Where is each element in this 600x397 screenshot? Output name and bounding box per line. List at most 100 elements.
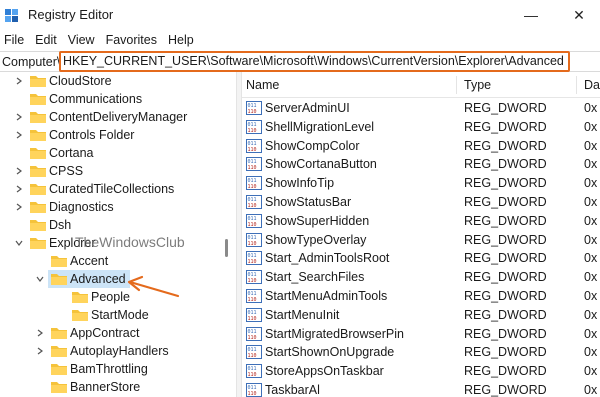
tree-item[interactable]: People [0, 288, 229, 306]
close-button[interactable]: ✕ [556, 0, 600, 30]
value-name: ShowCortanaButton [265, 157, 377, 172]
title-bar: Registry Editor — ✕ [0, 0, 600, 30]
tree-item[interactable]: AutoplayHandlers [0, 342, 229, 360]
chevron-right-icon[interactable] [14, 180, 24, 198]
list-row[interactable]: 011 110 ShowCompColor REG_DWORD 0x [242, 137, 600, 156]
svg-text:110: 110 [248, 109, 257, 115]
value-data: 0x [584, 383, 598, 397]
list-row[interactable]: 011 110 Start_AdminToolsRoot REG_DWORD 0x [242, 249, 600, 268]
list-row[interactable]: 011 110 TaskbarAl REG_DWORD 0x [242, 381, 600, 397]
folder-icon [29, 146, 47, 160]
tree-item[interactable]: Communications [0, 90, 229, 108]
list-row[interactable]: 011 110 StartMenuAdminTools REG_DWORD 0x [242, 287, 600, 306]
value-type: REG_DWORD [464, 307, 547, 322]
value-data: 0x [584, 232, 598, 247]
value-type: REG_DWORD [464, 138, 547, 153]
chevron-right-icon[interactable] [35, 342, 45, 360]
menu-file[interactable]: File [0, 30, 31, 50]
tree-item[interactable]: BamThrottling [0, 360, 229, 378]
list-row[interactable]: 011 110 StartMenuInit REG_DWORD 0x [242, 306, 600, 325]
reg-dword-icon: 011 110 [246, 138, 262, 153]
reg-dword-icon: 011 110 [246, 307, 262, 322]
list-header: Name Type Dat [242, 72, 600, 98]
chevron-right-icon[interactable] [14, 126, 24, 144]
folder-icon [50, 326, 68, 340]
tree-item[interactable]: CuratedTileCollections [0, 180, 229, 198]
chevron-down-icon[interactable] [35, 270, 45, 288]
column-divider[interactable] [576, 76, 577, 94]
reg-dword-icon: 011 110 [246, 232, 262, 247]
tree-item-label: Controls Folder [49, 128, 135, 142]
registry-values-list[interactable]: Name Type Dat 011110 ServerAdminUI REG_DWO… [242, 72, 600, 397]
svg-text:110: 110 [248, 222, 257, 228]
value-data: 0x [584, 213, 598, 228]
value-data: 0x [584, 289, 598, 303]
value-name: ServerAdminUI [265, 101, 350, 115]
tree-item[interactable]: ContentDeliveryManager [0, 108, 229, 126]
chevron-right-icon[interactable] [14, 198, 24, 216]
value-data: 0x [584, 195, 598, 209]
menu-favorites[interactable]: Favorites [102, 30, 164, 50]
chevron-right-icon[interactable] [14, 162, 24, 180]
list-row[interactable]: 011 110 ShowStatusBar REG_DWORD 0x [242, 193, 600, 212]
tree-item[interactable]: CPSS [0, 162, 229, 180]
svg-text:110: 110 [248, 372, 257, 378]
value-name: StartMenuAdminTools [265, 289, 388, 303]
tree-item[interactable]: Diagnostics [0, 198, 229, 216]
list-row[interactable]: 011 110 ShellMigrationLevel REG_DWORD 0x [242, 118, 600, 137]
value-data: 0x [584, 251, 598, 266]
menu-view[interactable]: View [64, 30, 102, 50]
list-row[interactable]: 011 110 StartShownOnUpgrade REG_DWORD 0x [242, 343, 600, 362]
value-type: REG_DWORD [464, 383, 547, 397]
value-type: REG_DWORD [464, 101, 547, 115]
tree-item[interactable]: Advanced [0, 270, 229, 288]
list-row[interactable]: 011 110 ShowSuperHidden REG_DWORD 0x [242, 212, 600, 231]
tree-item[interactable]: AppContract [0, 324, 229, 342]
value-type: REG_DWORD [464, 176, 547, 191]
chevron-right-icon[interactable] [14, 108, 24, 126]
minimize-button[interactable]: — [508, 0, 554, 30]
svg-text:110: 110 [248, 259, 257, 265]
menu-help[interactable]: Help [164, 30, 201, 50]
tree-item[interactable]: Dsh [0, 216, 229, 234]
value-type: REG_DWORD [464, 326, 547, 341]
tree-item[interactable]: Controls Folder [0, 126, 229, 144]
svg-text:110: 110 [248, 165, 257, 171]
tree-item-label: CloudStore [49, 74, 112, 88]
reg-dword-icon: 011 110 [246, 213, 262, 228]
folder-icon [50, 380, 68, 394]
value-data: 0x [584, 345, 598, 360]
list-row[interactable]: 011 110 StoreAppsOnTaskbar REG_DWORD 0x [242, 362, 600, 381]
reg-dword-icon: 011 110 [246, 364, 262, 379]
chevron-down-icon[interactable] [14, 234, 24, 252]
list-row[interactable]: 011 110 StartMigratedBrowserPin REG_DWORD 0x [242, 325, 600, 344]
tree-item[interactable]: Cortana [0, 144, 229, 162]
chevron-right-icon[interactable] [14, 72, 24, 90]
menu-edit[interactable]: Edit [31, 30, 64, 50]
address-bar[interactable]: Computer\ HKEY_CURRENT_USER\Software\Mic… [0, 51, 600, 72]
folder-icon [29, 74, 47, 88]
chevron-right-icon[interactable] [35, 324, 45, 342]
address-path[interactable]: HKEY_CURRENT_USER\Software\Microsoft\Win… [59, 51, 570, 72]
tree-item[interactable]: CloudStore [0, 72, 229, 90]
list-row[interactable]: 011 110 Start_SearchFiles REG_DWORD 0x [242, 268, 600, 287]
tree-item[interactable]: BannerStore [0, 378, 229, 396]
list-row[interactable]: 011 110 ShowInfoTip REG_DWORD 0x [242, 174, 600, 193]
svg-text:110: 110 [248, 184, 257, 190]
value-type: REG_DWORD [464, 364, 547, 379]
list-row[interactable]: 011 110 ServerAdminUI REG_DWORD 0x [242, 99, 600, 118]
list-row[interactable]: 011 110 ShowCortanaButton REG_DWORD 0x [242, 155, 600, 174]
column-header-type[interactable]: Type [460, 72, 491, 98]
tree-item[interactable]: StartMode [0, 306, 229, 324]
column-header-data[interactable]: Dat [580, 72, 600, 98]
tree-item[interactable]: Accent [0, 252, 229, 270]
column-divider[interactable] [456, 76, 457, 94]
value-data: 0x [584, 176, 598, 191]
list-row[interactable]: 011 110 ShowTypeOverlay REG_DWORD 0x [242, 231, 600, 250]
value-name: ShowCompColor [265, 138, 360, 153]
column-header-name[interactable]: Name [242, 72, 279, 98]
tree-item-label: AppContract [70, 326, 140, 340]
value-data: 0x [584, 326, 598, 341]
reg-dword-icon: 011 110 [246, 251, 262, 266]
address-root-label: Computer\ [2, 54, 61, 69]
